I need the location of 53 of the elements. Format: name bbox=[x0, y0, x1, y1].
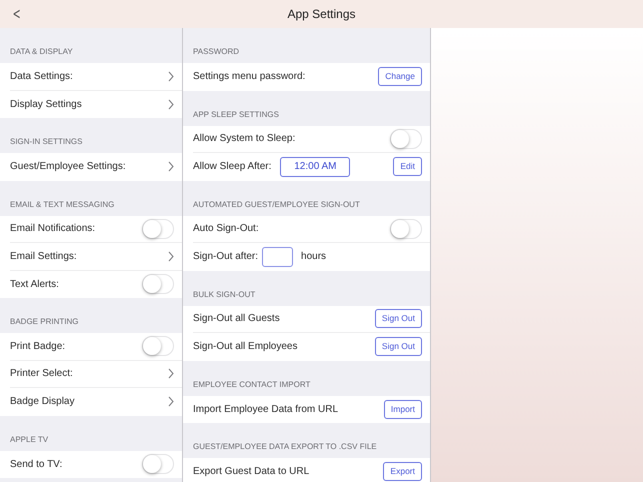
chevron-right-icon bbox=[168, 70, 174, 82]
chevron-right-icon bbox=[168, 368, 174, 380]
section-header: APPLE TV bbox=[10, 434, 48, 446]
row-label: Data Settings: bbox=[10, 70, 73, 84]
action-button[interactable]: Edit bbox=[393, 157, 422, 176]
row-label: Import Employee Data from URL bbox=[193, 402, 338, 417]
action-button[interactable]: Export bbox=[383, 462, 422, 482]
toggle-switch[interactable] bbox=[142, 218, 174, 239]
row-label: Sign-Out after: bbox=[193, 250, 258, 264]
row-label: Allow Sleep After: bbox=[193, 160, 272, 174]
action-button[interactable]: Change bbox=[378, 67, 422, 86]
window-title: App Settings bbox=[287, 6, 356, 23]
row-label: Email Settings: bbox=[10, 250, 77, 264]
chevron-right-icon bbox=[168, 250, 174, 262]
row-label: Auto Sign-Out: bbox=[193, 222, 259, 236]
section-header: GUEST/EMPLOYEE DATA EXPORT TO .CSV FILE bbox=[193, 441, 377, 453]
row-label: Display Settings bbox=[10, 98, 82, 112]
toggle-switch[interactable] bbox=[390, 128, 422, 149]
back-button[interactable]: < bbox=[12, 5, 21, 23]
row-label: Settings menu password: bbox=[193, 70, 306, 84]
row-label: Text Alerts: bbox=[10, 278, 59, 292]
row-label: Guest/Employee Settings: bbox=[10, 160, 126, 174]
toggle-switch[interactable] bbox=[390, 218, 422, 239]
section-header: AUTOMATED GUEST/EMPLOYEE SIGN-OUT bbox=[193, 198, 360, 210]
toggle-switch[interactable] bbox=[142, 336, 174, 356]
chevron-right-icon bbox=[168, 161, 174, 172]
chevron-right-icon bbox=[168, 98, 174, 110]
row-label: Badge Display bbox=[10, 395, 74, 410]
section-header: EMAIL & TEXT MESSAGING bbox=[10, 198, 114, 210]
toggle-switch[interactable] bbox=[142, 274, 174, 294]
row-label: Print Badge: bbox=[10, 340, 66, 354]
section-header: SIGN-IN SETTINGS bbox=[10, 136, 82, 148]
row-label: Send to TV: bbox=[10, 458, 62, 472]
action-button[interactable]: Sign Out bbox=[374, 337, 422, 356]
row-label: Email Notifications: bbox=[10, 222, 96, 236]
action-button[interactable]: Sign Out bbox=[374, 309, 422, 328]
row-label: Allow System to Sleep: bbox=[193, 132, 296, 146]
toggle-switch[interactable] bbox=[142, 454, 174, 474]
section-header: EMPLOYEE CONTACT IMPORT bbox=[193, 378, 310, 390]
section-header: PASSWORD bbox=[193, 46, 240, 58]
row-label: Printer Select: bbox=[10, 367, 73, 382]
section-header: BADGE PRINTING bbox=[10, 316, 78, 328]
section-header: DATA & DISPLAY bbox=[10, 46, 73, 58]
time-field[interactable]: 12:00 AM bbox=[280, 156, 350, 177]
row-label: Export Guest Data to URL bbox=[193, 465, 310, 480]
action-button[interactable]: Import bbox=[384, 400, 422, 419]
row-label: Sign-Out all Guests bbox=[193, 312, 280, 326]
section-header: APP SLEEP SETTINGS bbox=[193, 108, 279, 120]
chevron-right-icon bbox=[168, 396, 174, 408]
hours-input-field[interactable] bbox=[262, 246, 294, 267]
row-label: Sign-Out all Employees bbox=[193, 340, 298, 354]
hours-label: hours bbox=[301, 250, 326, 264]
section-header: BULK SIGN-OUT bbox=[193, 288, 256, 300]
